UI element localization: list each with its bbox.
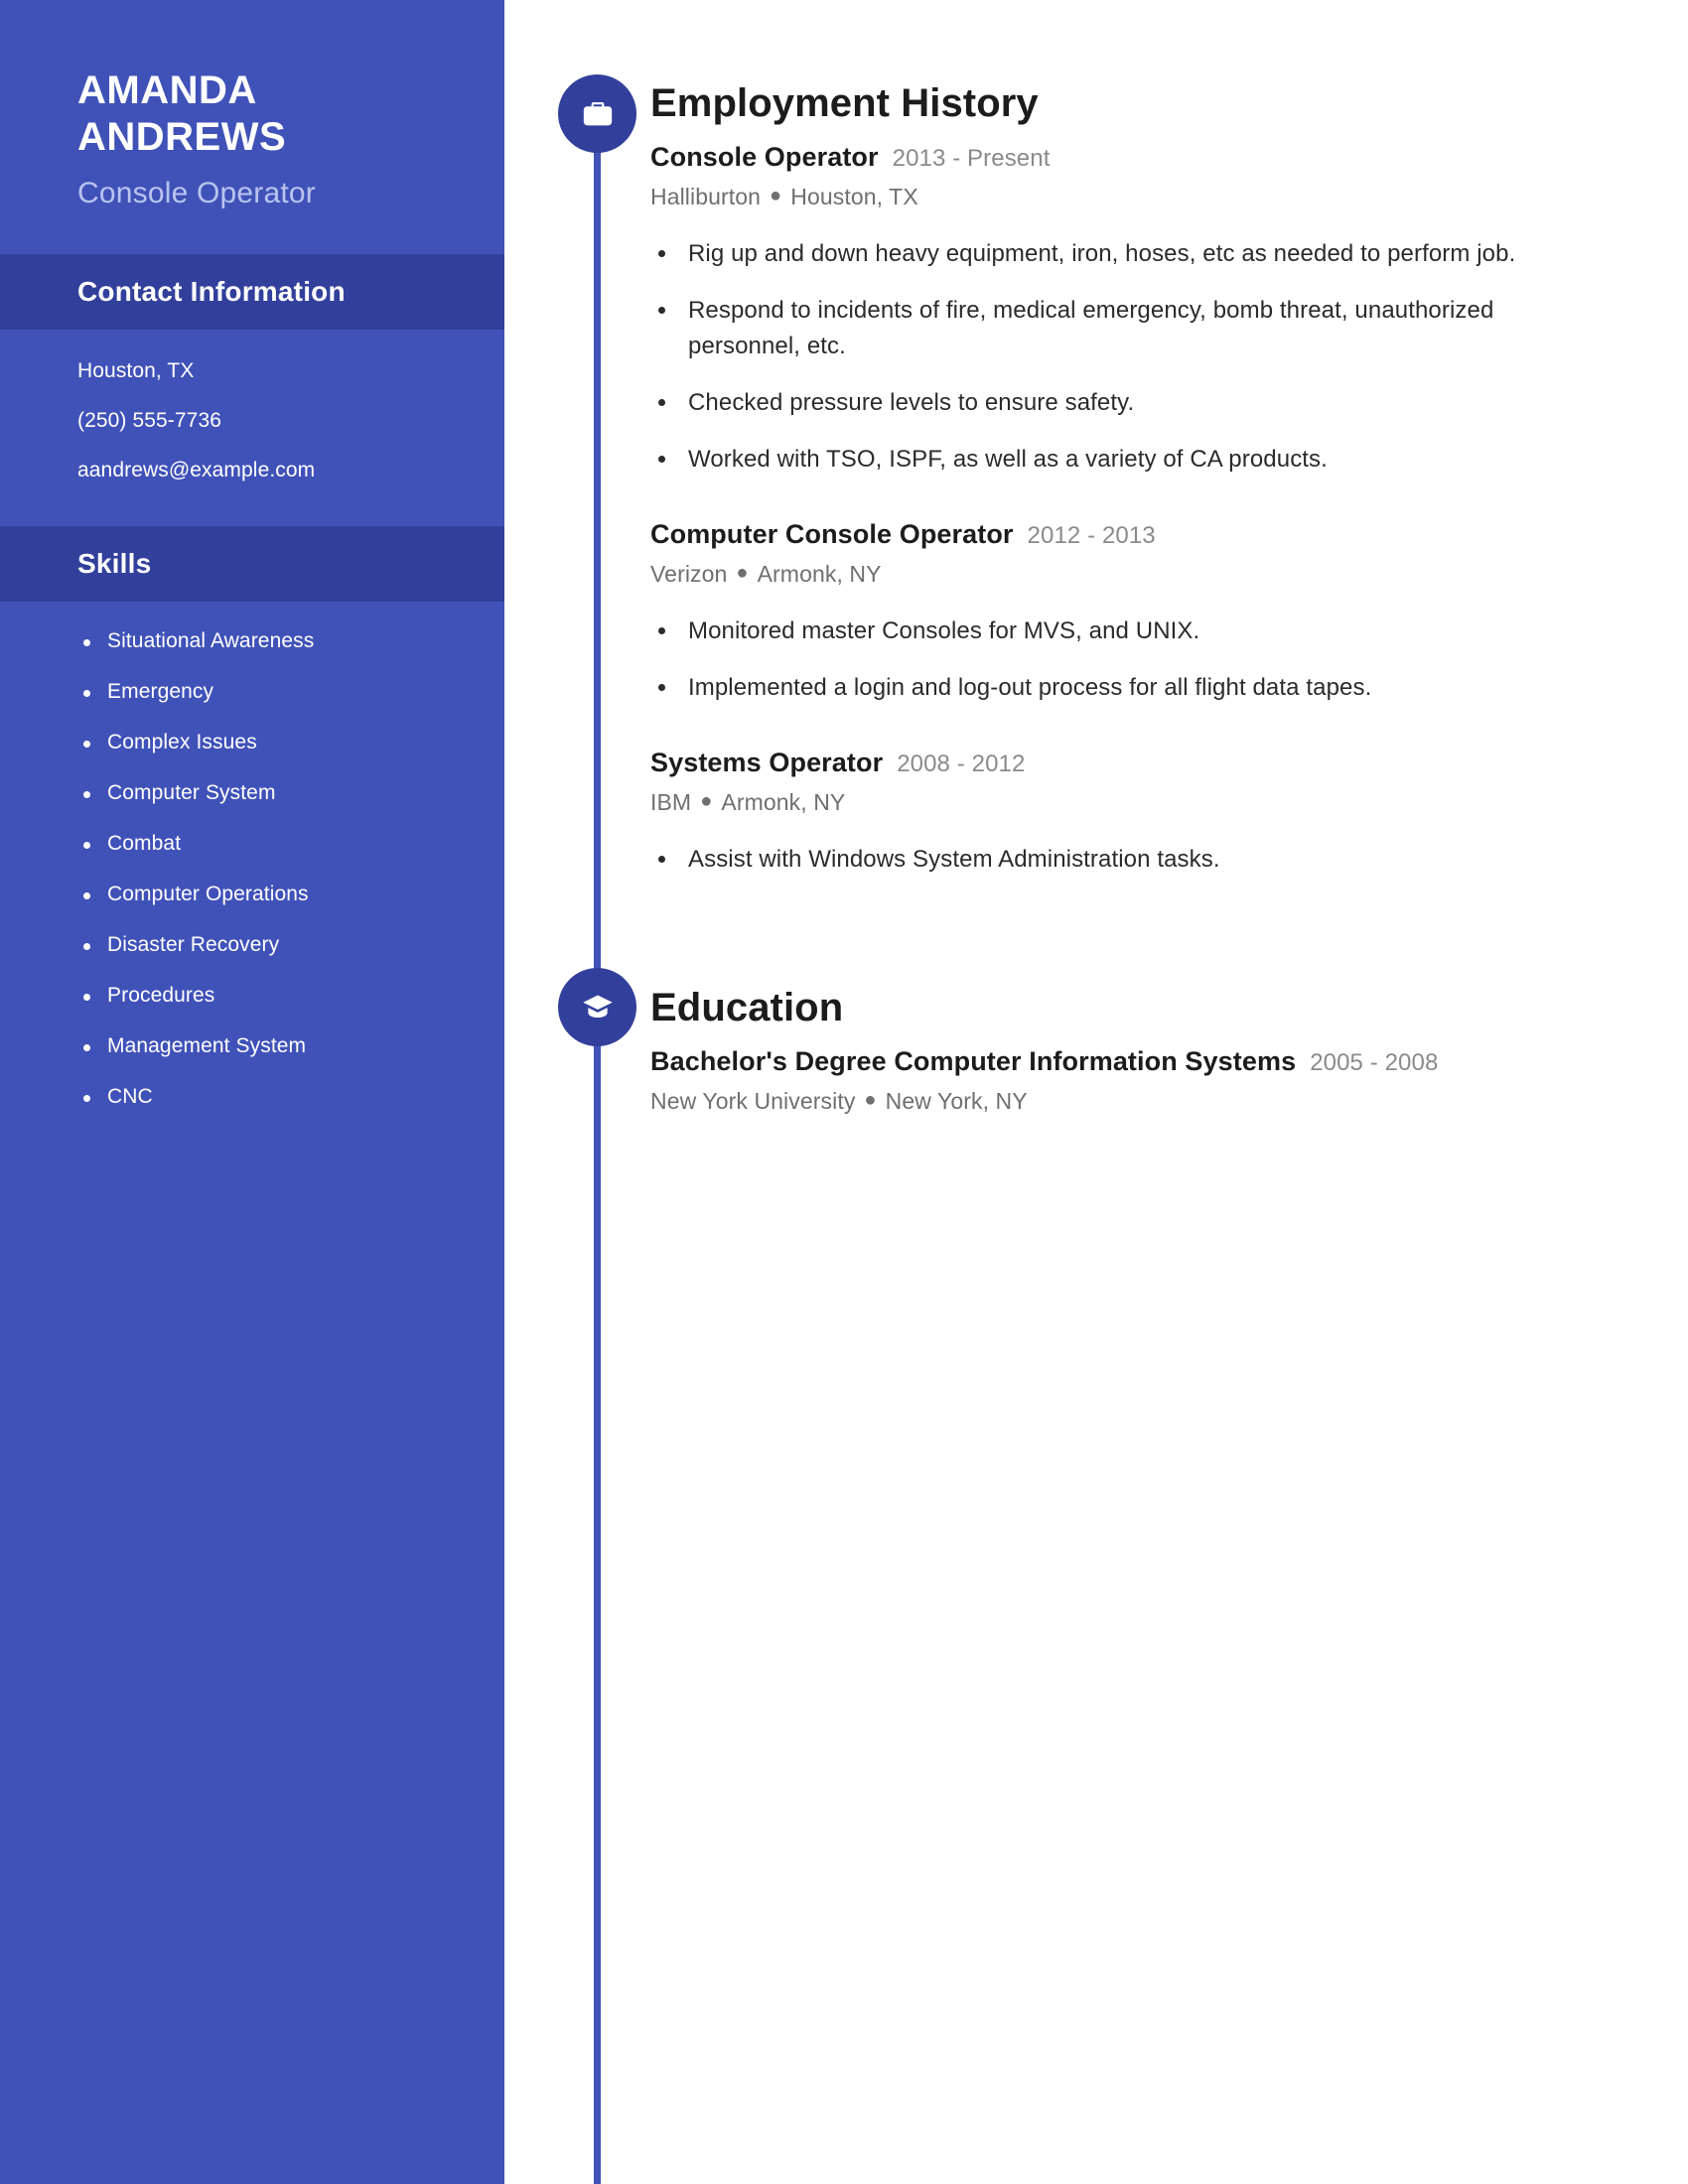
main-content: Employment History Console Operator 2013…: [650, 0, 1623, 1115]
entry-title-row: Computer Console Operator 2012 - 2013: [650, 519, 1623, 550]
list-item: Disaster Recovery: [77, 933, 465, 957]
entry-company: Verizon: [650, 561, 728, 587]
entry-bullets: Assist with Windows System Administratio…: [650, 842, 1623, 878]
contact-email[interactable]: aandrews@example.com: [77, 459, 465, 482]
contact-phone[interactable]: (250) 555-7736: [77, 409, 465, 433]
entry-meta: IBM ● Armonk, NY: [650, 789, 1623, 816]
entry-dates: 2012 - 2013: [1027, 522, 1156, 549]
entry-dates: 2005 - 2008: [1310, 1049, 1439, 1076]
list-item: Rig up and down heavy equipment, iron, h…: [650, 236, 1604, 272]
candidate-job-title: Console Operator: [77, 177, 316, 210]
name-first: AMANDA: [77, 68, 257, 112]
meta-separator: ●: [864, 1089, 877, 1111]
entry-dates: 2008 - 2012: [897, 751, 1026, 777]
candidate-name: AMANDA ANDREWS: [77, 68, 405, 161]
entry-title-row: Systems Operator 2008 - 2012: [650, 748, 1623, 778]
list-item: Implemented a login and log-out process …: [650, 670, 1604, 706]
page-title: Employment History: [650, 81, 1039, 125]
contact-heading: Contact Information: [77, 276, 346, 308]
list-item: Combat: [77, 832, 465, 856]
contact-location: Houston, TX: [77, 359, 195, 383]
entry-location: Houston, TX: [790, 184, 918, 209]
entry-bullets: Rig up and down heavy equipment, iron, h…: [650, 236, 1623, 478]
briefcase-icon: [581, 97, 615, 131]
resume-page: AMANDA ANDREWS Console Operator Contact …: [0, 0, 1688, 2184]
entry-location: Armonk, NY: [721, 789, 846, 815]
meta-separator: ●: [736, 562, 749, 584]
list-item: Management System: [77, 1034, 465, 1058]
skills-list: Situational Awareness Emergency Complex …: [0, 602, 504, 1109]
list-item: Situational Awareness: [77, 629, 465, 653]
list-item: Emergency: [77, 680, 465, 704]
list-item: Complex Issues: [77, 731, 465, 754]
meta-separator: ●: [770, 185, 782, 206]
entry-meta: Verizon ● Armonk, NY: [650, 561, 1623, 588]
employment-history-section: Employment History Console Operator 2013…: [650, 0, 1623, 878]
graduation-cap-icon: [581, 991, 615, 1024]
degree-title: Bachelor's Degree Computer Information S…: [650, 1046, 1297, 1076]
entry-title-row: Bachelor's Degree Computer Information S…: [650, 1046, 1623, 1077]
list-item: CNC: [77, 1085, 465, 1109]
entry-location: New York, NY: [885, 1088, 1028, 1114]
employment-timeline-marker: [558, 74, 636, 153]
entry-job-title: Computer Console Operator: [650, 519, 1014, 549]
entry-company: IBM: [650, 789, 692, 815]
education-section: Education Bachelor's Degree Computer Inf…: [650, 898, 1623, 1115]
employment-entry: Computer Console Operator 2012 - 2013 Ve…: [650, 519, 1623, 706]
contact-details: Houston, TX (250) 555-7736 aandrews@exam…: [0, 330, 504, 482]
list-item: Computer System: [77, 781, 465, 805]
entry-job-title: Console Operator: [650, 142, 879, 172]
education-heading: Education: [650, 986, 844, 1029]
entry-title-row: Console Operator 2013 - Present: [650, 142, 1623, 173]
entry-bullets: Monitored master Consoles for MVS, and U…: [650, 614, 1623, 706]
entry-company: Halliburton: [650, 184, 762, 209]
meta-separator: ●: [700, 790, 713, 812]
list-item: Assist with Windows System Administratio…: [650, 842, 1604, 878]
list-item: Worked with TSO, ISPF, as well as a vari…: [650, 442, 1604, 478]
timeline-line: [594, 99, 601, 2184]
school-name: New York University: [650, 1088, 856, 1114]
entry-job-title: Systems Operator: [650, 748, 884, 777]
employment-entry: Console Operator 2013 - Present Hallibur…: [650, 142, 1623, 478]
employment-entry: Systems Operator 2008 - 2012 IBM ● Armonk,…: [650, 748, 1623, 878]
name-last: ANDREWS: [77, 115, 287, 160]
entry-dates: 2013 - Present: [892, 145, 1051, 172]
education-timeline-marker: [558, 968, 636, 1046]
education-entry: Bachelor's Degree Computer Information S…: [650, 1046, 1623, 1115]
list-item: Computer Operations: [77, 883, 465, 906]
list-item: Checked pressure levels to ensure safety…: [650, 385, 1604, 421]
list-item: Respond to incidents of fire, medical em…: [650, 293, 1604, 364]
entry-meta: New York University ● New York, NY: [650, 1088, 1623, 1115]
name-block: AMANDA ANDREWS Console Operator: [0, 0, 504, 210]
list-item: Monitored master Consoles for MVS, and U…: [650, 614, 1604, 649]
entry-meta: Halliburton ● Houston, TX: [650, 184, 1623, 210]
entry-location: Armonk, NY: [757, 561, 882, 587]
sidebar: AMANDA ANDREWS Console Operator Contact …: [0, 0, 504, 2184]
skills-heading: Skills: [77, 548, 152, 580]
contact-section-header: Contact Information: [0, 254, 504, 331]
skills-section-header: Skills: [0, 526, 504, 603]
list-item: Procedures: [77, 984, 465, 1008]
